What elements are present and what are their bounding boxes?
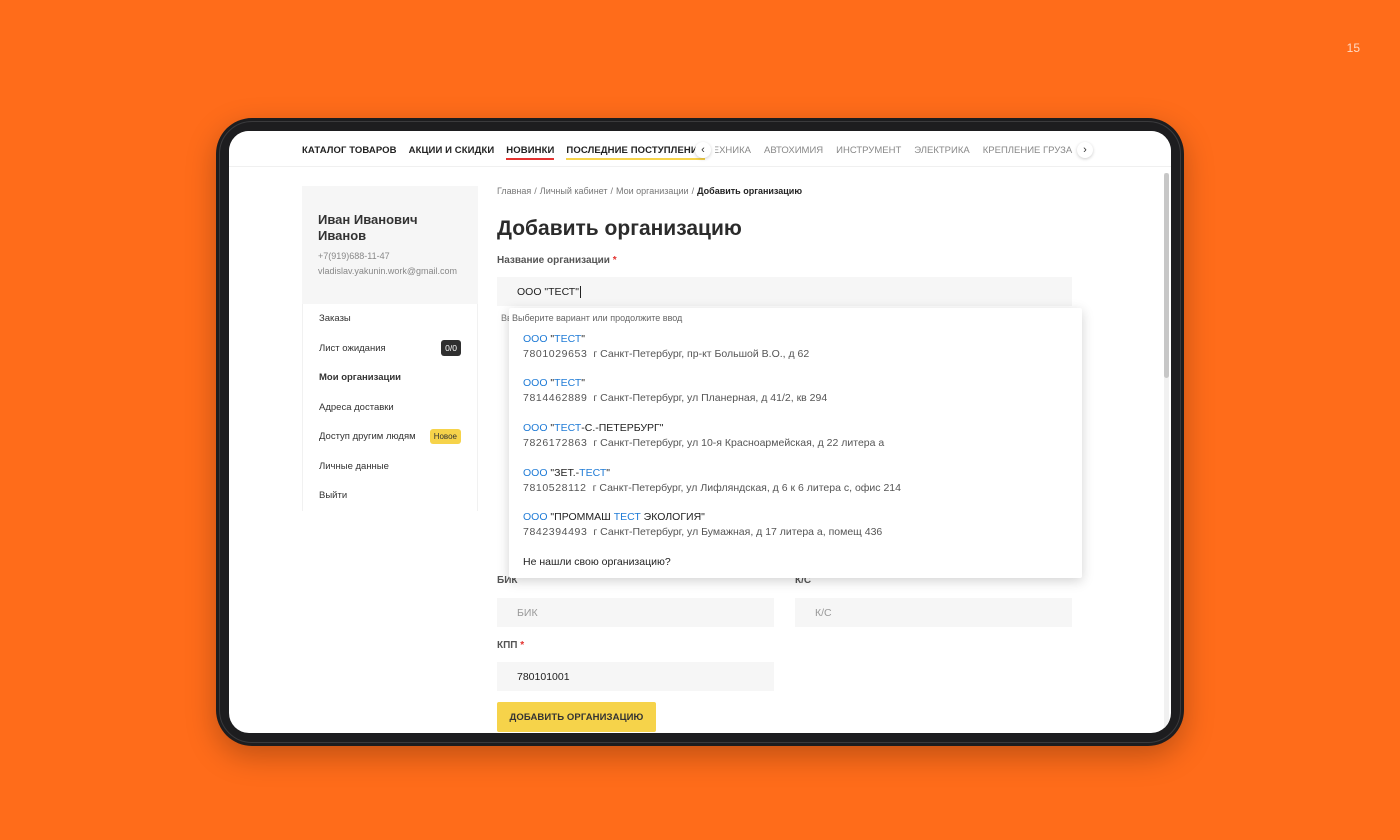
account-sidebar: Иван Иванович Иванов +7(919)688-11-47 vl… <box>302 186 478 511</box>
not-found-link[interactable]: Не нашли свою организацию? <box>523 556 671 568</box>
add-organization-button[interactable]: ДОБАВИТЬ ОРГАНИЗАЦИЮ <box>497 702 656 732</box>
kpp-label: КПП * <box>497 640 525 651</box>
suggestion-item[interactable]: ООО "ТЕСТ" 7801029653 г Санкт-Петербург, … <box>523 332 809 362</box>
menu-item-label: Лист ожидания <box>319 342 386 354</box>
scrollbar-thumb[interactable] <box>1164 173 1169 378</box>
breadcrumb-organizations[interactable]: Мои организации <box>616 186 689 196</box>
new-badge: Новое <box>429 429 461 445</box>
main-nav: КАТАЛОГ ТОВАРОВ АКЦИИ И СКИДКИ НОВИНКИ П… <box>302 145 705 160</box>
menu-item-personal[interactable]: Личные данные <box>303 452 477 482</box>
suggestion-item[interactable]: ООО "ПРОММАШ ТЕСТ ЭКОЛОГИЯ" 7842394493 г … <box>523 510 882 540</box>
nav-new[interactable]: НОВИНКИ <box>506 145 555 160</box>
menu-item-label: Мои организации <box>319 372 402 384</box>
nav-latest[interactable]: ПОСЛЕДНИЕ ПОСТУПЛЕНИЯ <box>566 145 705 160</box>
account-menu: Заказы Лист ожидания 0/0 Мои организации … <box>302 304 478 511</box>
nav-sales[interactable]: АКЦИИ И СКИДКИ <box>409 145 495 160</box>
top-navigation: КАТАЛОГ ТОВАРОВ АКЦИИ И СКИДКИ НОВИНКИ П… <box>229 131 1171 167</box>
category-electrotech[interactable]: ЭЛЕКТРОТЕХНИКА <box>715 145 751 156</box>
menu-item-label: Доступ другим людям <box>319 431 416 443</box>
bik-input[interactable]: БИК <box>497 598 774 627</box>
menu-item-label: Адреса доставки <box>319 401 394 413</box>
tablet-frame: КАТАЛОГ ТОВАРОВ АКЦИИ И СКИДКИ НОВИНКИ П… <box>216 118 1184 746</box>
org-suggestions-dropdown: Выберите вариант или продолжите ввод ООО… <box>509 308 1082 578</box>
nav-catalog[interactable]: КАТАЛОГ ТОВАРОВ <box>302 145 397 160</box>
menu-item-label: Заказы <box>319 313 351 325</box>
menu-item-orders[interactable]: Заказы <box>303 304 477 334</box>
suggestion-item[interactable]: ООО "ТЕСТ" 7814462889 г Санкт-Петербург, … <box>523 376 827 406</box>
menu-item-wishlist[interactable]: Лист ожидания 0/0 <box>303 334 477 364</box>
chevron-right-icon[interactable]: › <box>1077 142 1093 158</box>
menu-item-organizations[interactable]: Мои организации <box>303 363 477 393</box>
page-title: Добавить организацию <box>497 217 742 240</box>
breadcrumb-current: Добавить организацию <box>697 186 803 196</box>
menu-item-addresses[interactable]: Адреса доставки <box>303 393 477 423</box>
category-autochem[interactable]: АВТОХИМИЯ <box>764 145 823 156</box>
slide-number: 15 <box>1346 41 1360 55</box>
suggestion-item[interactable]: ООО "ТЕСТ-С.-ПЕТЕРБУРГ" 7826172863 г Санк… <box>523 421 884 451</box>
profile-card: Иван Иванович Иванов +7(919)688-11-47 vl… <box>302 186 478 304</box>
ks-input[interactable]: К/С <box>795 598 1072 627</box>
breadcrumb-home[interactable]: Главная <box>497 186 531 196</box>
suggestions-hint: Выберите вариант или продолжите ввод <box>512 313 683 323</box>
org-name-input[interactable]: ООО "ТЕСТ" <box>497 277 1072 306</box>
profile-phone: +7(919)688-11-47 <box>318 251 390 261</box>
breadcrumb-account[interactable]: Личный кабинет <box>540 186 608 196</box>
suggestion-item[interactable]: ООО "ЗЕТ.-ТЕСТ" 7810528112 г Санкт-Петерб… <box>523 466 901 496</box>
org-name-label: Название организации * <box>497 255 617 266</box>
main-content: Главная / Личный кабинет / Мои организации / Д… <box>497 186 1072 732</box>
chevron-left-icon[interactable]: ‹ <box>695 142 711 158</box>
category-list: ЭЛЕКТРОТЕХНИКА АВТОХИМИЯ ИНСТРУМЕНТ ЭЛЕКТРИ… <box>715 145 1073 156</box>
category-carousel: ЭЛЕКТРОТЕХНИКА АВТОХИМИЯ ИНСТРУМЕНТ ЭЛЕКТРИ… <box>695 140 1093 160</box>
kpp-input[interactable]: 780101001 <box>497 662 774 691</box>
wishlist-count-badge: 0/0 <box>441 340 461 357</box>
category-cargo[interactable]: КРЕПЛЕНИЕ ГРУЗА <box>983 145 1072 156</box>
menu-item-label: Выйти <box>319 490 348 502</box>
profile-email: vladislav.yakunin.work@gmail.com <box>318 266 458 276</box>
category-tools[interactable]: ИНСТРУМЕНТ <box>836 145 901 156</box>
menu-item-logout[interactable]: Выйти <box>303 481 477 511</box>
menu-item-access[interactable]: Доступ другим людям Новое <box>303 422 477 452</box>
text-caret <box>579 285 581 298</box>
menu-item-label: Личные данные <box>319 460 389 472</box>
category-electric[interactable]: ЭЛЕКТРИКА <box>914 145 969 156</box>
tablet-screen: КАТАЛОГ ТОВАРОВ АКЦИИ И СКИДКИ НОВИНКИ П… <box>229 131 1171 733</box>
profile-name: Иван Иванович Иванов <box>318 212 418 243</box>
page-scrollbar[interactable] <box>1164 173 1169 729</box>
breadcrumb: Главная / Личный кабинет / Мои организации / Д… <box>497 186 803 196</box>
